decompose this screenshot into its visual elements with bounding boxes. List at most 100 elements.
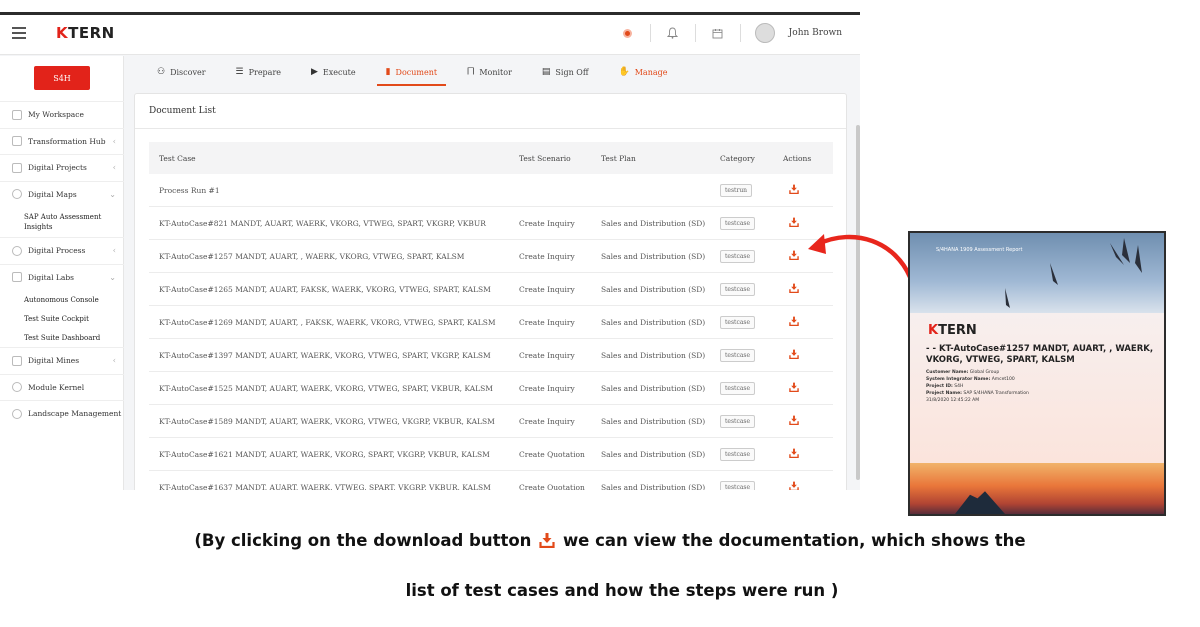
cell-test-case: KT-AutoCase#1269 MANDT, AUART, , FAKSK, … [159, 317, 496, 327]
sidebar-item-my-workspace[interactable]: My Workspace [0, 101, 124, 128]
table-row[interactable]: KT-AutoCase#1589 MANDT, AUART, WAERK, VK… [149, 405, 833, 438]
cell-test-plan: Sales and Distribution (SD) [601, 218, 706, 228]
divider [649, 24, 651, 42]
user-name[interactable]: John Brown [789, 28, 842, 38]
document-table: Test Case Test Scenario Test Plan Catego… [149, 142, 833, 490]
cell-test-plan: Sales and Distribution (SD) [601, 482, 706, 491]
download-icon[interactable] [789, 184, 799, 194]
sidebar-item-module-kernel[interactable]: Module Kernel [0, 373, 124, 401]
list-icon [12, 272, 22, 283]
bell-icon[interactable] [665, 25, 681, 41]
system-button[interactable]: S4H [34, 66, 90, 90]
column-header-test-case[interactable]: Test Case [149, 154, 519, 163]
download-icon[interactable] [789, 349, 799, 359]
sidebar-item-landscape-management[interactable]: Landscape Management [0, 400, 124, 427]
table-row[interactable]: KT-AutoCase#821 MANDT, AUART, WAERK, VKO… [149, 207, 833, 240]
avatar[interactable] [754, 23, 775, 43]
tab-sign-off[interactable]: ▤ Sign Off [527, 56, 604, 88]
scrollbar[interactable] [856, 125, 860, 480]
divider [694, 24, 696, 42]
table-row[interactable]: KT-AutoCase#1265 MANDT, AUART, FAKSK, WA… [149, 273, 833, 306]
tab-manage[interactable]: ✋ Manage [604, 56, 683, 88]
cell-test-plan: Sales and Distribution (SD) [601, 383, 706, 393]
sidebar-subitem-sap-auto-assessment[interactable]: SAP Auto Assessment Insights [0, 207, 124, 237]
divider [135, 128, 846, 129]
thumbs-up-icon: ✋ [618, 67, 630, 77]
cell-category: testcase [720, 348, 783, 362]
cell-category: testcase [720, 216, 783, 230]
calendar-icon[interactable] [710, 25, 726, 41]
document-list-card: Document List Test Case Test Scenario Te… [134, 93, 847, 490]
sidebar-item-digital-mines[interactable]: Digital Mines ‹ [0, 347, 124, 374]
cell-test-case: KT-AutoCase#1257 MANDT, AUART, , WAERK, … [159, 251, 465, 261]
sidebar-item-digital-projects[interactable]: Digital Projects ‹ [0, 154, 124, 181]
table-row[interactable]: KT-AutoCase#1269 MANDT, AUART, , FAKSK, … [149, 306, 833, 339]
sidebar-item-transformation-hub[interactable]: Transformation Hub ‹ [0, 127, 124, 155]
map-icon [12, 189, 22, 200]
tab-monitor[interactable]: ⨅ Monitor [452, 56, 527, 88]
add-icon[interactable] [620, 25, 636, 41]
sidebar-subitem-autonomous-console[interactable]: Autonomous Console [0, 290, 124, 309]
send-icon [12, 162, 22, 173]
sidebar-subitem-test-suite-dashboard[interactable]: Test Suite Dashboard [0, 328, 124, 347]
report-sunset-image [910, 463, 1164, 514]
category-badge: testcase [720, 381, 756, 395]
column-header-test-plan[interactable]: Test Plan [601, 154, 720, 163]
chevron-down-icon: ⌄ [109, 189, 116, 199]
hamburger-menu-icon[interactable] [12, 27, 26, 39]
cell-test-scenario: Create Quotation [519, 482, 585, 491]
card-title: Document List [149, 106, 216, 116]
column-header-category[interactable]: Category [720, 154, 783, 163]
cell-test-plan: Sales and Distribution (SD) [601, 449, 706, 459]
download-icon[interactable] [789, 448, 799, 458]
app-logo[interactable]: KTERN [56, 24, 115, 42]
sidebar-item-digital-maps[interactable]: Digital Maps ⌄ [0, 180, 124, 208]
table-row[interactable]: KT-AutoCase#1637 MANDT, AUART, WAERK, VT… [149, 471, 833, 490]
download-icon[interactable] [789, 481, 799, 490]
cell-test-case: KT-AutoCase#1265 MANDT, AUART, FAKSK, WA… [159, 284, 491, 294]
phase-tabs: ⚇ Discover ☰ Prepare ▶ Execute ▮ Document ⨅ M… [134, 56, 847, 88]
cell-test-scenario: Create Inquiry [519, 251, 575, 261]
list-icon: ☰ [235, 67, 244, 77]
table-row[interactable]: KT-AutoCase#1525 MANDT, AUART, WAERK, VK… [149, 372, 833, 405]
play-icon: ▶ [311, 67, 318, 77]
cell-test-case: KT-AutoCase#821 MANDT, AUART, WAERK, VKO… [159, 218, 486, 228]
tab-discover[interactable]: ⚇ Discover [142, 56, 221, 88]
cell-test-plan: Sales and Distribution (SD) [601, 251, 706, 261]
cell-test-case: KT-AutoCase#1637 MANDT, AUART, WAERK, VT… [159, 482, 491, 491]
sidebar-item-digital-labs[interactable]: Digital Labs ⌄ [0, 263, 124, 291]
sidebar: S4H My Workspace Transformation Hub ‹ Dig… [0, 56, 124, 490]
cell-actions [783, 316, 833, 328]
sidebar-nav: My Workspace Transformation Hub ‹ Digital… [0, 101, 124, 427]
sidebar-item-digital-process[interactable]: Digital Process ‹ [0, 237, 124, 264]
cell-category: testcase [720, 282, 783, 296]
cell-test-case: KT-AutoCase#1621 MANDT, AUART, WAERK, VK… [159, 449, 490, 459]
cell-test-scenario: Create Quotation [519, 449, 585, 459]
download-icon[interactable] [789, 250, 799, 260]
report-meta: Customer Name: Global Group System Integ… [926, 370, 1029, 403]
binoculars-icon: ⚇ [157, 67, 166, 77]
table-row[interactable]: Process Run #1 testrun [149, 174, 833, 207]
tab-prepare[interactable]: ☰ Prepare [221, 56, 296, 88]
table-row[interactable]: KT-AutoCase#1257 MANDT, AUART, , WAERK, … [149, 240, 833, 273]
report-sky-banner: S/4HANA 1909 Assessment Report [910, 233, 1164, 313]
download-icon[interactable] [789, 217, 799, 227]
column-header-test-scenario[interactable]: Test Scenario [519, 154, 601, 163]
download-icon[interactable] [789, 415, 799, 425]
table-row[interactable]: KT-AutoCase#1397 MANDT, AUART, WAERK, VK… [149, 339, 833, 372]
cell-category: testcase [720, 315, 783, 329]
cell-test-case: KT-AutoCase#1589 MANDT, AUART, WAERK, VK… [159, 416, 495, 426]
sidebar-subitem-test-suite-cockpit[interactable]: Test Suite Cockpit [0, 309, 124, 328]
divider [739, 24, 741, 42]
tab-document[interactable]: ▮ Document [371, 56, 453, 88]
cell-actions [783, 283, 833, 295]
download-icon[interactable] [789, 316, 799, 326]
download-icon[interactable] [789, 382, 799, 392]
cell-actions [783, 349, 833, 361]
table-row[interactable]: KT-AutoCase#1621 MANDT, AUART, WAERK, VK… [149, 438, 833, 471]
tab-execute[interactable]: ▶ Execute [296, 56, 371, 88]
kernel-icon [12, 382, 22, 393]
cell-test-scenario: Create Inquiry [519, 383, 575, 393]
chart-icon: ⨅ [467, 67, 475, 77]
download-icon[interactable] [789, 283, 799, 293]
